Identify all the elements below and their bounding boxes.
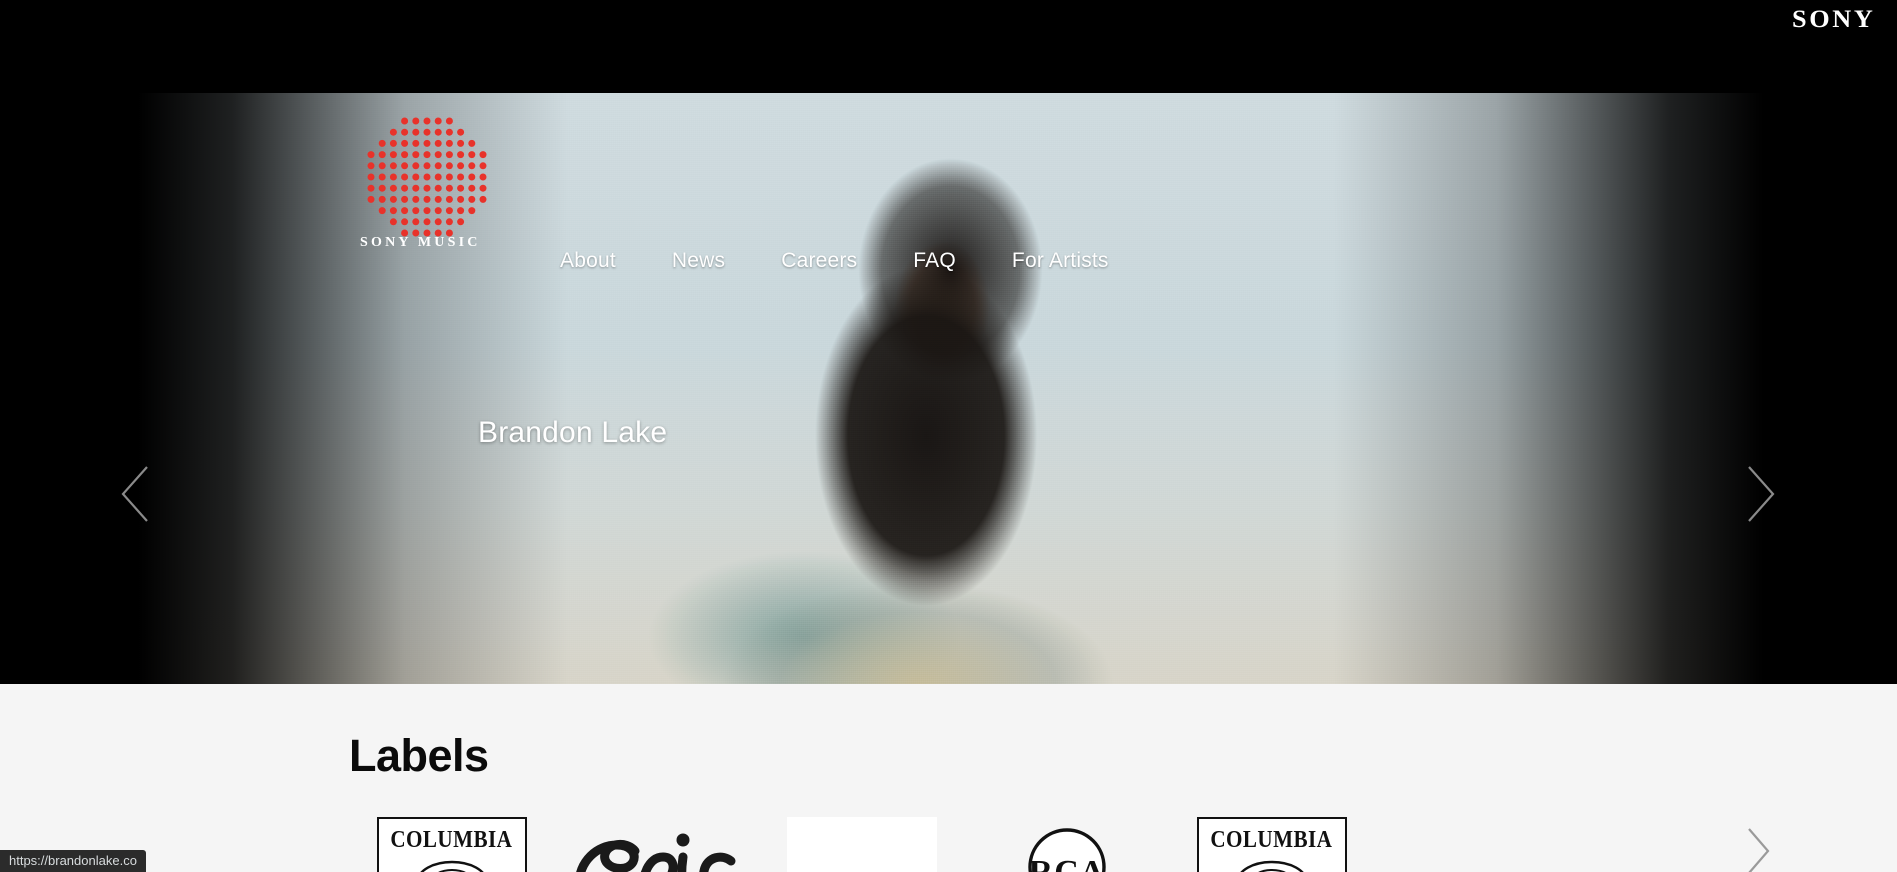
hero-carousel: SONY MUSIC About News Careers FAQ For Ar… — [0, 93, 1897, 684]
primary-nav: About News Careers FAQ For Artists — [560, 249, 1109, 273]
labels-carousel-track: COLUMBIA COLUMBIA — [349, 817, 1374, 872]
epic-logo-icon — [571, 823, 743, 872]
label-card-rca[interactable]: RCA — [964, 817, 1169, 872]
label-card-columbia[interactable]: COLUMBIA — [349, 817, 554, 872]
hero-slide-title[interactable]: Brandon Lake — [478, 416, 667, 450]
nav-item-careers[interactable]: Careers — [781, 249, 857, 273]
chevron-right-icon — [1737, 463, 1783, 525]
chevron-left-icon — [113, 463, 159, 525]
hero-left-letterbox — [0, 93, 139, 684]
columbia-logo-text: COLUMBIA — [390, 827, 513, 853]
sony-wordmark[interactable]: SONY — [1792, 6, 1875, 34]
label-card-epic[interactable] — [554, 817, 759, 872]
carousel-prev-button[interactable] — [113, 463, 159, 525]
label-card-placeholder[interactable] — [759, 817, 964, 872]
columbia-logo-icon: COLUMBIA — [376, 817, 527, 872]
sony-music-logo-text[interactable]: SONY MUSIC — [360, 235, 481, 251]
columbia-logo-icon-2: COLUMBIA — [1196, 817, 1347, 872]
carousel-next-button[interactable] — [1737, 463, 1783, 525]
label-logo-placeholder — [786, 817, 937, 872]
rca-logo-icon: RCA — [1008, 823, 1126, 872]
labels-next-button[interactable] — [1741, 826, 1775, 872]
columbia-eye-icon-2 — [1235, 859, 1309, 872]
nav-item-for-artists[interactable]: For Artists — [1012, 249, 1109, 273]
svg-text:RCA: RCA — [1028, 854, 1105, 872]
columbia-logo-text-2: COLUMBIA — [1210, 827, 1333, 853]
nav-item-news[interactable]: News — [672, 249, 725, 273]
sony-corporate-bar: SONY — [0, 0, 1897, 93]
browser-status-url: https://brandonlake.co — [0, 850, 146, 872]
labels-section: Labels COLUMBIA COLUMBIA — [0, 684, 1897, 872]
sony-music-logo-icon[interactable] — [358, 108, 498, 248]
label-card-columbia-2[interactable]: COLUMBIA — [1169, 817, 1374, 872]
hero-right-letterbox — [1762, 93, 1897, 684]
chevron-right-icon — [1741, 828, 1775, 872]
nav-item-about[interactable]: About — [560, 249, 616, 273]
labels-section-title: Labels — [349, 730, 489, 781]
page-root: SONY SONY MUSIC About News Careers FAQ F… — [0, 0, 1897, 872]
columbia-eye-icon — [415, 859, 489, 872]
nav-item-faq[interactable]: FAQ — [913, 249, 956, 273]
